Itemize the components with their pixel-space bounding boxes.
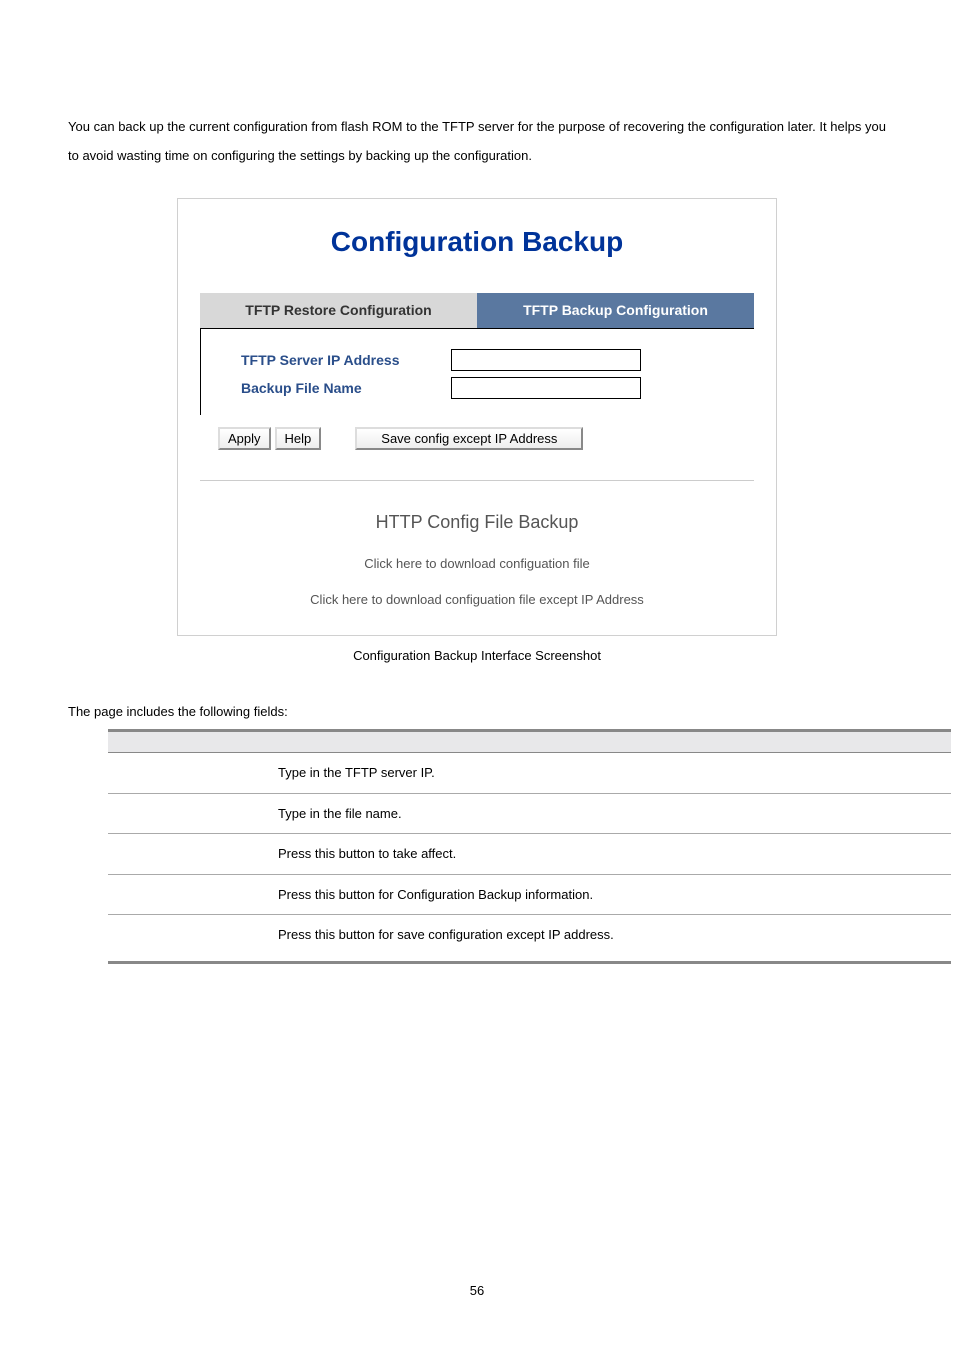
- field-row: Press this button to take affect.: [108, 834, 951, 875]
- tftp-server-ip-label: TFTP Server IP Address: [241, 350, 451, 371]
- screenshot: Configuration Backup TFTP Restore Config…: [177, 198, 777, 636]
- fields-intro: The page includes the following fields:: [68, 702, 886, 722]
- http-backup-heading: HTTP Config File Backup: [178, 509, 776, 536]
- form-box: TFTP Server IP Address Backup File Name: [200, 328, 754, 415]
- apply-button[interactable]: Apply: [218, 427, 271, 450]
- button-row: Apply Help Save config except IP Address: [200, 427, 754, 450]
- field-row: Press this button for save configuration…: [108, 915, 951, 963]
- fields-table: Type in the TFTP server IP. Type in the …: [108, 729, 951, 964]
- field-row: Press this button for Configuration Back…: [108, 874, 951, 915]
- screenshot-title: Configuration Backup: [178, 199, 776, 293]
- tab-tftp-backup[interactable]: TFTP Backup Configuration: [477, 293, 754, 328]
- backup-file-name-label: Backup File Name: [241, 378, 451, 399]
- save-except-ip-button[interactable]: Save config except IP Address: [355, 427, 583, 450]
- page-number: 56: [0, 1281, 954, 1301]
- field-row: Type in the file name.: [108, 793, 951, 834]
- backup-file-name-input[interactable]: [451, 377, 641, 399]
- download-config-link[interactable]: Click here to download configuation file: [178, 554, 776, 574]
- screenshot-caption: Configuration Backup Interface Screensho…: [68, 646, 886, 666]
- tab-tftp-restore[interactable]: TFTP Restore Configuration: [200, 293, 477, 328]
- field-row: Type in the TFTP server IP.: [108, 753, 951, 794]
- divider: [200, 480, 754, 481]
- tabs: TFTP Restore Configuration TFTP Backup C…: [178, 293, 776, 328]
- download-config-except-ip-link[interactable]: Click here to download configuation file…: [178, 590, 776, 610]
- tftp-server-ip-input[interactable]: [451, 349, 641, 371]
- intro-text: You can back up the current configuratio…: [68, 113, 886, 170]
- help-button[interactable]: Help: [275, 427, 322, 450]
- http-backup-block: HTTP Config File Backup Click here to do…: [178, 509, 776, 635]
